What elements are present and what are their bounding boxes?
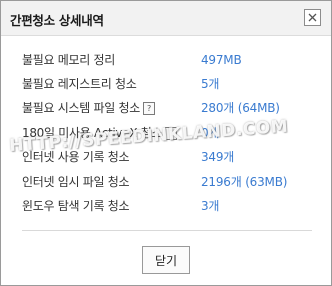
detail-row: 불필요 메모리 정리 497MB	[1, 51, 331, 71]
close-button[interactable]	[304, 9, 321, 26]
row-value: 5개	[201, 77, 220, 91]
detail-dialog: 간편청소 상세내역 불필요 메모리 정리 497MB 불필요 레지스트리 청소 …	[0, 0, 332, 286]
detail-row: 인터넷 임시 파일 청소 2196개 (63MB)	[1, 173, 331, 193]
detail-row: 윈도우 탐색 기록 청소 3개	[1, 197, 331, 217]
help-icon[interactable]: ?	[142, 102, 155, 115]
divider	[22, 230, 312, 231]
dialog-title: 간편청소 상세내역	[10, 13, 104, 28]
dialog-titlebar: 간편청소 상세내역	[1, 1, 331, 36]
detail-row: 180일 미사용 ActiveX 청소? 0개	[1, 124, 331, 144]
close-icon	[308, 13, 317, 22]
detail-row: 인터넷 사용 기록 청소 349개	[1, 148, 331, 168]
row-value: 0개	[201, 126, 220, 140]
detail-row: 불필요 레지스트리 청소 5개	[1, 75, 331, 95]
detail-row: 불필요 시스템 파일 청소? 280개 (64MB)	[1, 99, 331, 119]
row-label: 윈도우 탐색 기록 청소	[22, 199, 130, 213]
row-label: 불필요 레지스트리 청소	[22, 77, 137, 91]
row-value: 3개	[201, 199, 220, 213]
close-dialog-button[interactable]: 닫기	[142, 246, 190, 274]
row-value: 2196개 (63MB)	[201, 175, 288, 189]
row-label: 180일 미사용 ActiveX 청소?	[22, 124, 178, 142]
row-value: 280개 (64MB)	[201, 101, 280, 115]
row-label: 인터넷 임시 파일 청소	[22, 175, 130, 189]
row-value: 349개	[201, 150, 235, 164]
help-icon[interactable]: ?	[165, 127, 178, 140]
row-label: 인터넷 사용 기록 청소	[22, 150, 130, 164]
row-value: 497MB	[201, 53, 242, 67]
row-label: 불필요 메모리 정리	[22, 53, 115, 67]
row-label: 불필요 시스템 파일 청소?	[22, 99, 155, 117]
